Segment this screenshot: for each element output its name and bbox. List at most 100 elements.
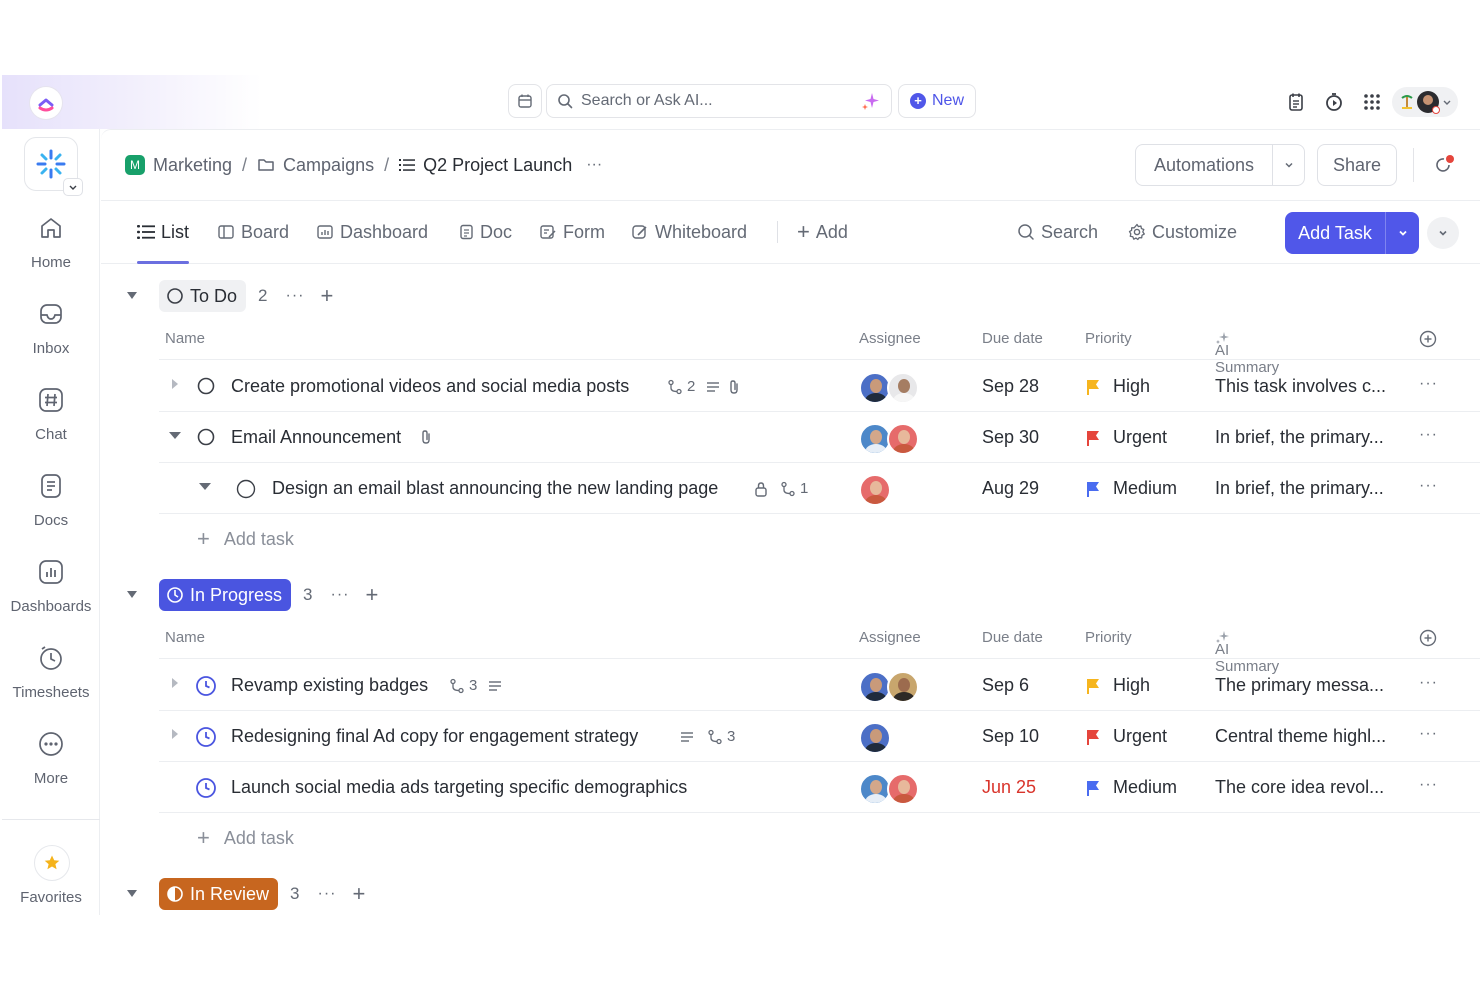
due-date[interactable]: Sep 28 [982,376,1039,397]
task-name[interactable]: Email Announcement [231,427,401,448]
table-row[interactable]: Design an email blast announcing the new… [159,463,1480,514]
notepad-icon[interactable] [1284,90,1308,114]
nav-chat[interactable]: Chat [2,385,100,465]
calendar-button[interactable] [508,84,542,118]
breadcrumb-list[interactable]: Q2 Project Launch [423,155,572,176]
collapse-caret-icon[interactable] [125,591,139,599]
column-assignee[interactable]: Assignee [859,629,921,646]
add-task-row[interactable]: + Add task [197,823,294,853]
status-progress-icon[interactable] [195,726,217,748]
view-search-button[interactable]: Search [1017,201,1098,263]
task-name[interactable]: Create promotional videos and social med… [231,376,629,397]
notification-icon[interactable] [1433,154,1455,176]
due-date[interactable]: Sep 10 [982,726,1039,747]
add-column-icon[interactable] [1419,330,1437,348]
group-add-button[interactable]: + [320,285,333,307]
apps-grid-icon[interactable] [1360,90,1384,114]
add-task-button[interactable]: Add Task [1285,212,1419,254]
due-date[interactable]: Jun 25 [982,777,1036,798]
column-ai-summary[interactable]: AI Summary [1215,330,1279,376]
row-more-button[interactable]: ··· [1419,725,1438,743]
collapse-caret-icon[interactable] [169,432,181,440]
breadcrumb-space[interactable]: Marketing [153,155,232,176]
status-progress-icon[interactable] [195,675,217,697]
group-more-button[interactable]: ··· [286,287,305,305]
status-pill-in-progress[interactable]: In Progress [159,579,292,611]
assignee-avatars[interactable] [859,474,891,506]
row-more-button[interactable]: ··· [1419,375,1438,393]
tab-whiteboard[interactable]: Whiteboard [631,201,747,263]
nav-dashboards[interactable]: Dashboards [2,557,100,637]
group-more-button[interactable]: ··· [318,885,337,903]
collapse-caret-icon[interactable] [125,890,139,898]
tab-board[interactable]: Board [217,201,289,263]
row-more-button[interactable]: ··· [1419,776,1438,794]
due-date[interactable]: Aug 29 [982,478,1039,499]
add-column-icon[interactable] [1419,629,1437,647]
priority-cell[interactable]: Medium [1085,478,1177,499]
timer-icon[interactable] [1322,90,1346,114]
new-button[interactable]: + New [898,84,976,118]
task-name[interactable]: Design an email blast announcing the new… [272,478,718,499]
nav-home[interactable]: Home [2,213,100,293]
priority-cell[interactable]: Urgent [1085,427,1167,448]
tab-dashboard[interactable]: Dashboard [316,201,428,263]
workspace-switcher[interactable] [24,137,83,196]
collapse-caret-icon[interactable] [199,483,211,491]
priority-cell[interactable]: Medium [1085,777,1177,798]
column-assignee[interactable]: Assignee [859,330,921,347]
row-more-button[interactable]: ··· [1419,674,1438,692]
assignee-avatars[interactable] [859,722,891,754]
add-task-row[interactable]: + Add task [197,524,294,554]
task-name[interactable]: Revamp existing badges [231,675,428,696]
column-ai-summary[interactable]: AI Summary [1215,629,1279,675]
group-add-button[interactable]: + [352,883,365,905]
nav-more[interactable]: More [2,729,100,809]
add-view-button[interactable]: + Add [797,201,848,263]
table-row[interactable]: Create promotional videos and social med… [159,361,1480,412]
priority-cell[interactable]: High [1085,675,1150,696]
assignee-avatars[interactable] [859,423,919,455]
status-circle-icon[interactable] [236,479,256,499]
nav-docs[interactable]: Docs [2,471,100,551]
column-priority[interactable]: Priority [1085,629,1132,646]
column-name[interactable]: Name [165,330,205,347]
nav-timesheets[interactable]: Timesheets [2,643,100,723]
column-priority[interactable]: Priority [1085,330,1132,347]
table-row[interactable]: Revamp existing badges 3 Sep 6 High The … [159,660,1480,711]
expand-caret-icon[interactable] [171,729,179,739]
global-search-input[interactable]: Search or Ask AI... [546,84,892,118]
ai-sparkle-icon[interactable] [861,91,881,111]
tab-list[interactable]: List [137,201,190,264]
task-name[interactable]: Redesigning final Ad copy for engagement… [231,726,638,747]
automations-button[interactable]: Automations [1135,144,1305,186]
due-date[interactable]: Sep 6 [982,675,1029,696]
share-button[interactable]: Share [1317,144,1397,186]
chevron-down-icon[interactable] [1272,145,1304,185]
table-row[interactable]: Launch social media ads targeting specif… [159,762,1480,813]
clickup-logo-icon[interactable] [30,87,62,119]
column-name[interactable]: Name [165,629,205,646]
group-more-button[interactable]: ··· [331,586,350,604]
user-menu[interactable] [1392,87,1458,117]
favorites-button[interactable] [34,845,70,881]
chevron-down-icon[interactable] [1385,212,1419,254]
status-pill-in-review[interactable]: In Review [159,878,279,910]
expand-caret-icon[interactable] [171,678,179,688]
status-circle-icon[interactable] [197,377,215,395]
customize-button[interactable]: Customize [1128,201,1237,263]
status-progress-icon[interactable] [195,777,217,799]
row-more-button[interactable]: ··· [1419,426,1438,444]
priority-cell[interactable]: Urgent [1085,726,1167,747]
nav-inbox[interactable]: Inbox [2,299,100,379]
status-pill-todo[interactable]: To Do [159,280,247,312]
collapse-caret-icon[interactable] [125,292,139,300]
table-row[interactable]: Email Announcement Sep 30 Urgent In brie… [159,412,1480,463]
breadcrumb-more-button[interactable]: ··· [586,156,602,174]
task-name[interactable]: Launch social media ads targeting specif… [231,777,687,798]
due-date[interactable]: Sep 30 [982,427,1039,448]
column-due-date[interactable]: Due date [982,629,1043,646]
row-more-button[interactable]: ··· [1419,477,1438,495]
tab-doc[interactable]: Doc [458,201,512,263]
group-add-button[interactable]: + [366,584,379,606]
